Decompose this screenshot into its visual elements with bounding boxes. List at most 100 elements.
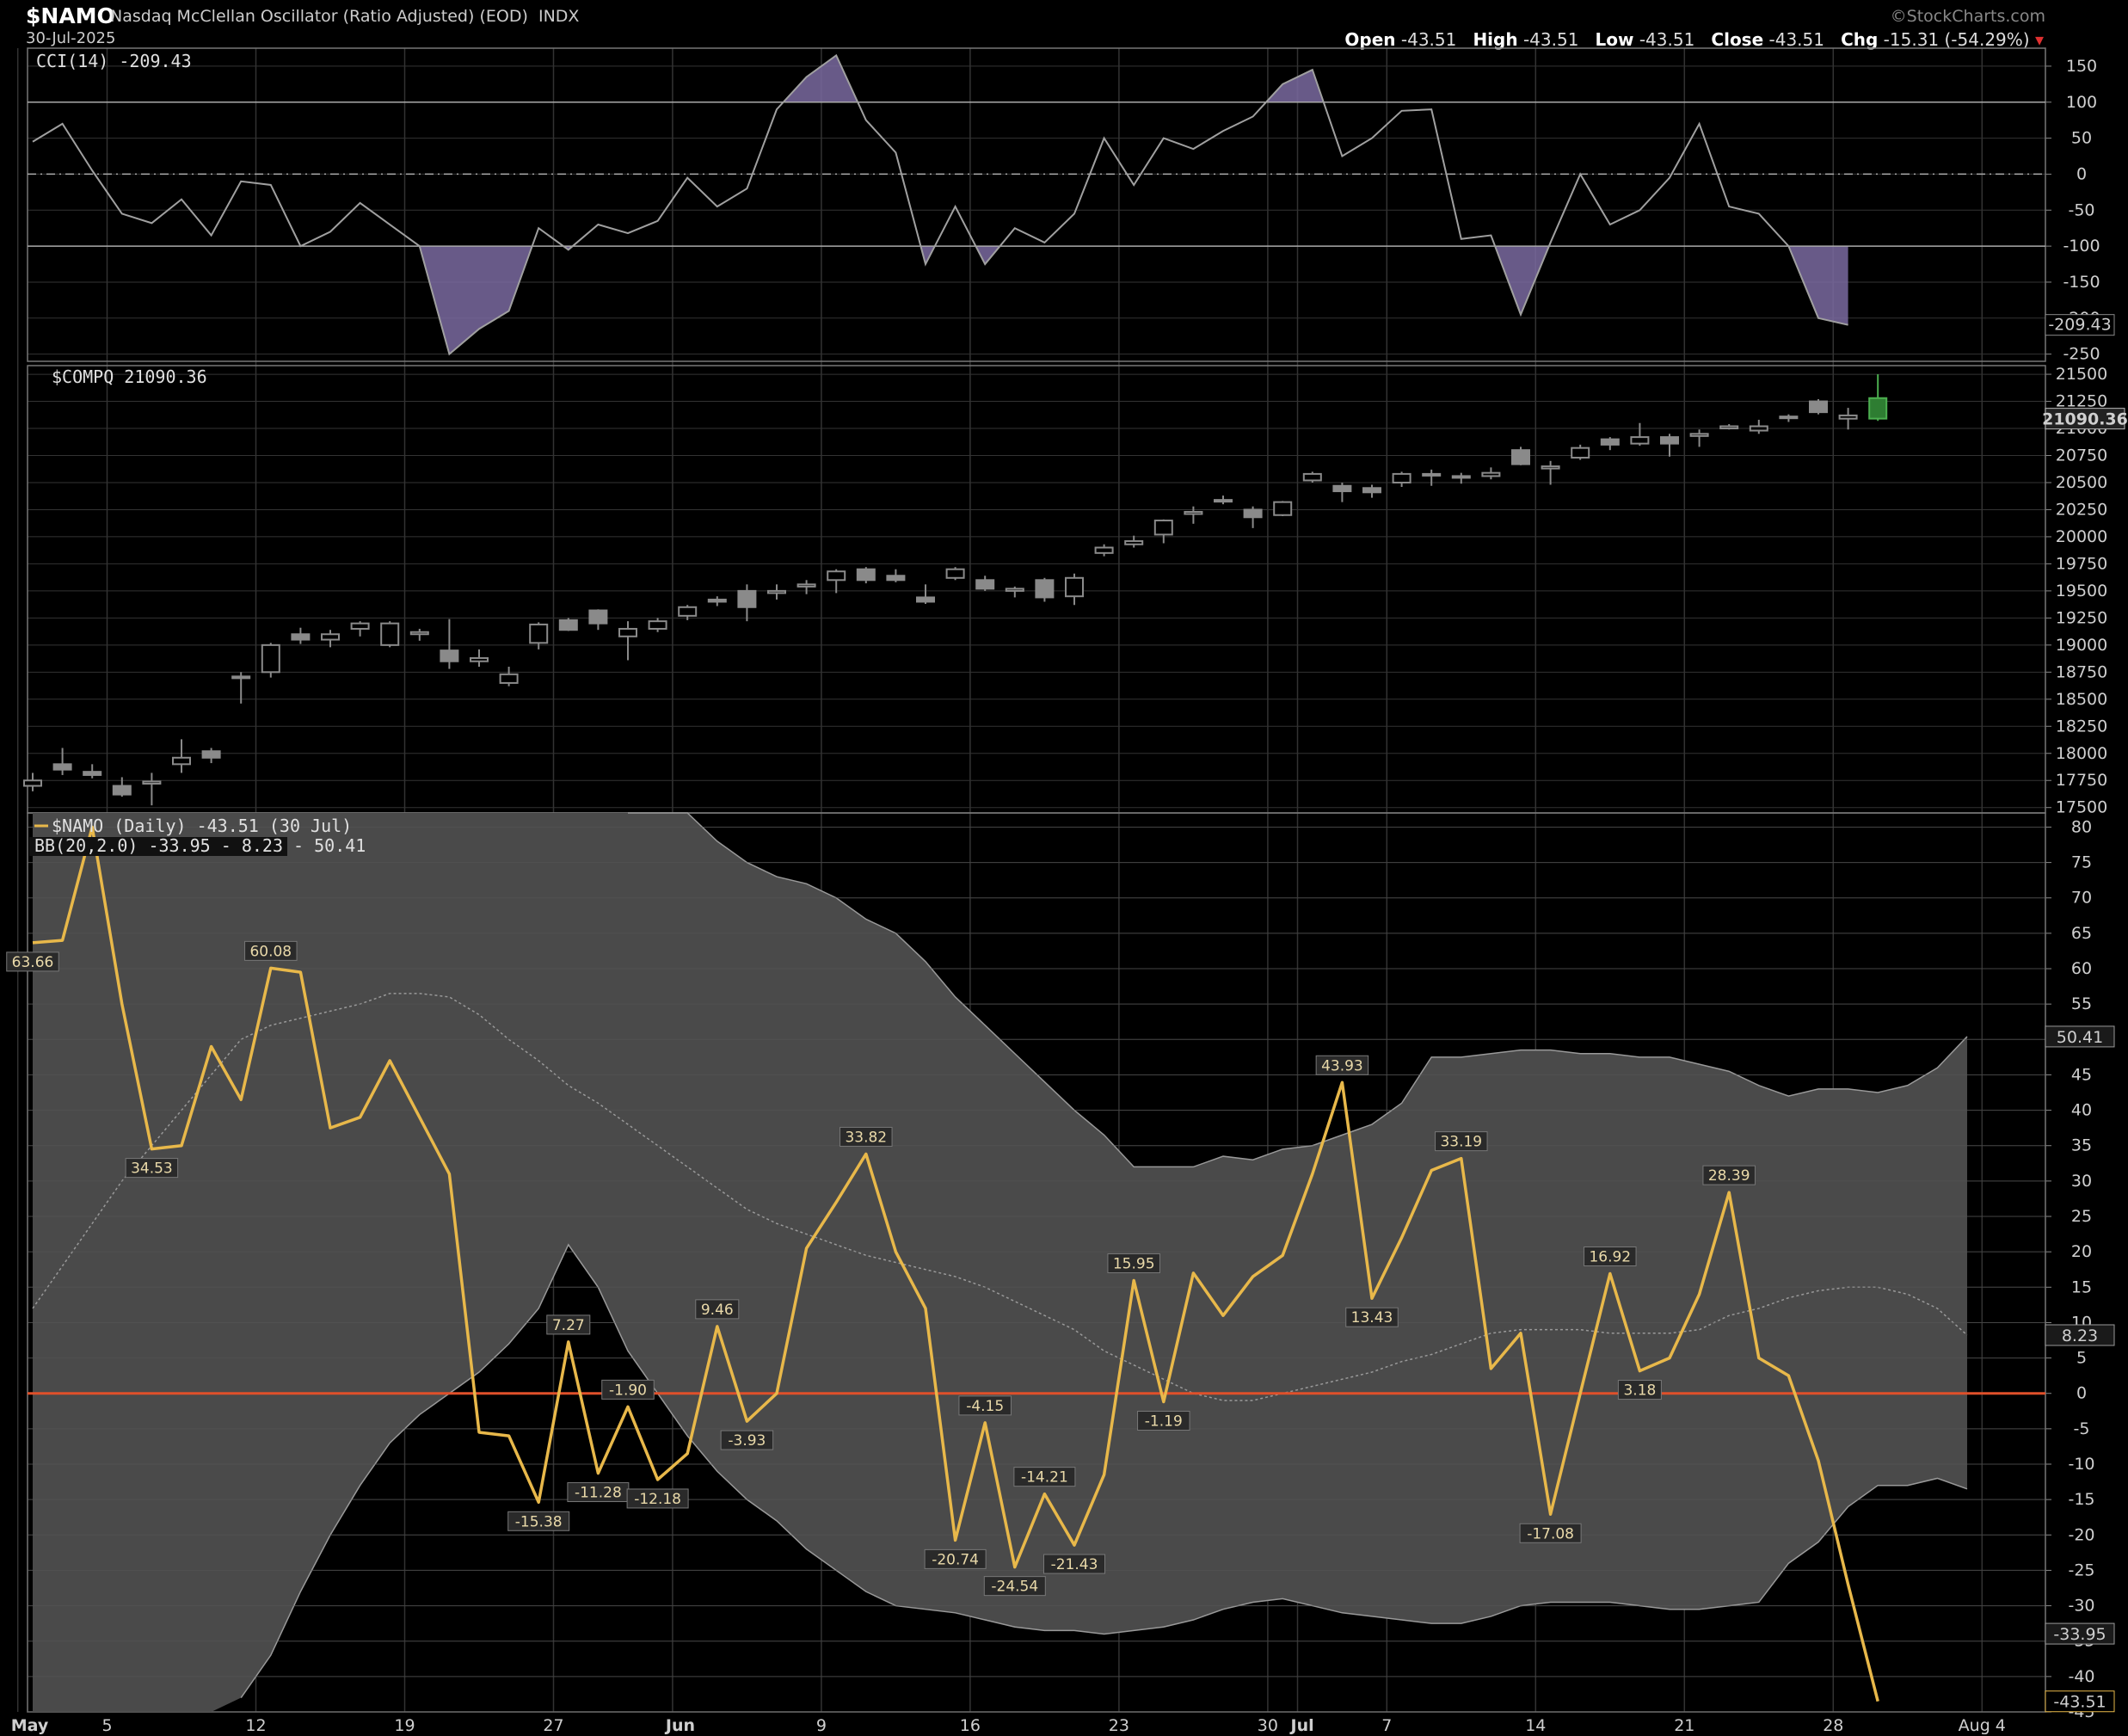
data-label: 33.19 bbox=[1440, 1134, 1482, 1151]
x-tick-label: 28 bbox=[1823, 1716, 1843, 1735]
y-tick-label: 60 bbox=[2071, 959, 2092, 978]
candle-body bbox=[201, 750, 221, 759]
y-tick-label: -50 bbox=[2068, 200, 2094, 219]
candle-body bbox=[1511, 449, 1530, 465]
chart-canvas: 150100500-50-100-150-200-250215002125021… bbox=[6, 47, 2128, 1735]
cci-line bbox=[32, 53, 1848, 356]
namo-value-label: 50.41 bbox=[2057, 1028, 2103, 1047]
candle-body bbox=[1689, 433, 1709, 437]
compq-legend: $COMPQ 21090.36 bbox=[52, 366, 207, 387]
candle-body bbox=[291, 633, 311, 641]
x-tick-label: 27 bbox=[543, 1716, 563, 1735]
data-label: 7.27 bbox=[552, 1317, 585, 1334]
candle-body bbox=[52, 763, 72, 771]
data-label: -24.54 bbox=[991, 1579, 1038, 1596]
data-label: 9.46 bbox=[701, 1302, 734, 1319]
candle-body bbox=[142, 780, 162, 785]
candle-body bbox=[1571, 446, 1590, 459]
candle-body bbox=[1273, 501, 1293, 516]
y-tick-label: -5 bbox=[2074, 1419, 2090, 1438]
y-tick-label: 18250 bbox=[2056, 717, 2107, 736]
y-tick-label: -25 bbox=[2068, 1561, 2094, 1579]
data-label: 16.92 bbox=[1589, 1249, 1631, 1266]
candle-body bbox=[886, 575, 906, 582]
y-tick-label: 150 bbox=[2066, 57, 2097, 76]
y-tick-label: 18500 bbox=[2056, 690, 2107, 709]
x-tick-label: 5 bbox=[101, 1716, 112, 1735]
cci-last-value: -209.43 bbox=[2048, 316, 2111, 335]
y-tick-label: 0 bbox=[2076, 1384, 2087, 1403]
namo-value-label: -43.51 bbox=[2053, 1693, 2106, 1712]
candle-body bbox=[1065, 576, 1084, 598]
x-tick-label: 7 bbox=[1381, 1716, 1392, 1735]
y-tick-label: 70 bbox=[2071, 889, 2092, 908]
y-tick-label: 20750 bbox=[2056, 446, 2107, 465]
data-label: -4.15 bbox=[966, 1398, 1004, 1415]
data-label: -17.08 bbox=[1527, 1525, 1574, 1542]
y-tick-label: 40 bbox=[2071, 1101, 2092, 1120]
y-tick-label: 75 bbox=[2071, 853, 2092, 872]
candle-body bbox=[648, 620, 667, 630]
candle-body bbox=[1660, 436, 1679, 445]
data-label: 60.08 bbox=[249, 943, 292, 960]
y-tick-label: 80 bbox=[2071, 817, 2092, 836]
candle-body bbox=[588, 609, 608, 625]
namo-value-label: 8.23 bbox=[2062, 1327, 2098, 1345]
y-tick-label: -40 bbox=[2068, 1667, 2094, 1686]
y-tick-label: 5 bbox=[2076, 1349, 2087, 1368]
panel-frame bbox=[27, 47, 2046, 362]
candle-body bbox=[1124, 539, 1144, 545]
data-label: -3.93 bbox=[728, 1432, 766, 1450]
y-tick-label: -150 bbox=[2063, 273, 2100, 292]
candle-body bbox=[529, 623, 549, 644]
y-tick-label: 100 bbox=[2066, 93, 2097, 112]
y-tick-label: 45 bbox=[2071, 1065, 2092, 1084]
compq-candles bbox=[23, 374, 1888, 806]
candle-body bbox=[1481, 471, 1501, 477]
y-tick-label: 18750 bbox=[2056, 662, 2107, 681]
x-tick-label: Jun bbox=[664, 1716, 695, 1735]
y-tick-label: 17750 bbox=[2056, 771, 2107, 790]
candle-body bbox=[1719, 425, 1739, 430]
y-tick-label: 35 bbox=[2071, 1136, 2092, 1155]
candle-body bbox=[975, 579, 995, 590]
data-label: 3.18 bbox=[1623, 1382, 1656, 1400]
x-tick-label: Aug 4 bbox=[1959, 1716, 2006, 1735]
candle-body bbox=[1214, 499, 1233, 503]
data-label: -21.43 bbox=[1051, 1556, 1098, 1573]
x-tick-label: 16 bbox=[960, 1716, 981, 1735]
candle-body bbox=[112, 785, 132, 796]
y-tick-label: 20250 bbox=[2056, 500, 2107, 519]
candle-body bbox=[1302, 472, 1322, 482]
y-tick-label: -100 bbox=[2063, 237, 2100, 255]
y-tick-label: -15 bbox=[2068, 1490, 2094, 1509]
data-label: -12.18 bbox=[634, 1491, 681, 1508]
y-tick-label: 19500 bbox=[2056, 582, 2107, 600]
data-label: 13.43 bbox=[1351, 1309, 1393, 1327]
candle-body bbox=[1809, 400, 1828, 414]
candle-body bbox=[1868, 397, 1888, 420]
y-tick-label: 0 bbox=[2076, 164, 2087, 183]
candle-body bbox=[440, 649, 459, 662]
candle-body bbox=[1749, 425, 1768, 432]
y-tick-label: 19250 bbox=[2056, 608, 2107, 627]
y-tick-label: 19750 bbox=[2056, 554, 2107, 573]
y-tick-label: 25 bbox=[2071, 1207, 2092, 1226]
candle-body bbox=[1184, 510, 1203, 515]
candle-body bbox=[1392, 472, 1411, 483]
x-tick-label: May bbox=[11, 1716, 49, 1735]
data-label: 28.39 bbox=[1708, 1167, 1750, 1185]
candle-body bbox=[83, 771, 102, 776]
x-tick-label: 12 bbox=[245, 1716, 266, 1735]
candle-body bbox=[1035, 579, 1055, 599]
candle-body bbox=[1153, 520, 1173, 536]
y-tick-label: -30 bbox=[2068, 1597, 2094, 1616]
y-tick-label: 65 bbox=[2071, 924, 2092, 943]
y-tick-label: 21500 bbox=[2056, 365, 2107, 384]
candle-body bbox=[172, 756, 191, 766]
y-tick-label: 50 bbox=[2071, 129, 2092, 148]
data-label: 43.93 bbox=[1321, 1057, 1363, 1074]
x-tick-label: 21 bbox=[1674, 1716, 1694, 1735]
candle-body bbox=[1600, 438, 1620, 446]
cci-overbought-oversold-fill bbox=[419, 55, 1848, 354]
